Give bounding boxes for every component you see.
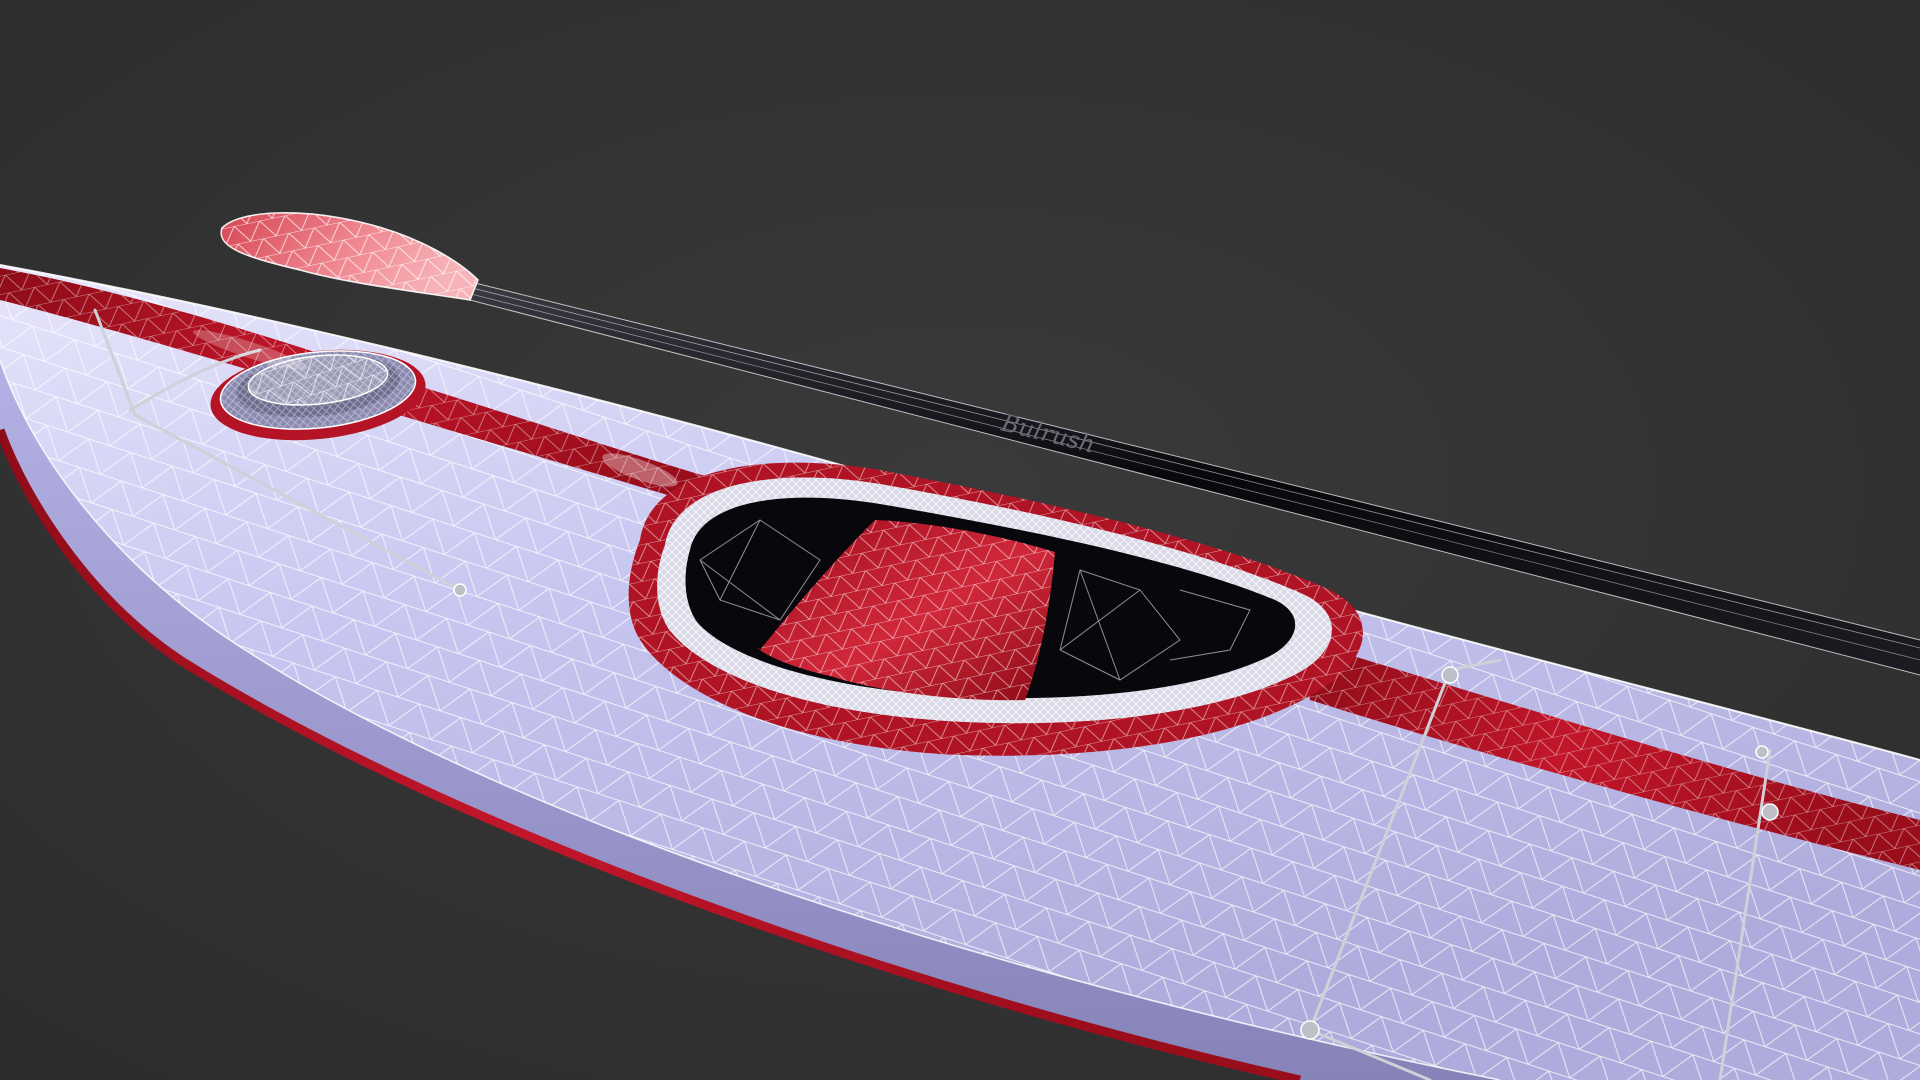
deck-fitting-icon <box>1755 745 1769 759</box>
deck-fitting-icon <box>453 583 467 597</box>
deck-fitting-icon <box>1300 1020 1320 1040</box>
deck-fitting-icon <box>1441 666 1459 684</box>
wireframe-render: Bulrush <box>0 0 1920 1080</box>
render-viewport: Bulrush <box>0 0 1920 1080</box>
deck-fitting-icon <box>1761 803 1779 821</box>
